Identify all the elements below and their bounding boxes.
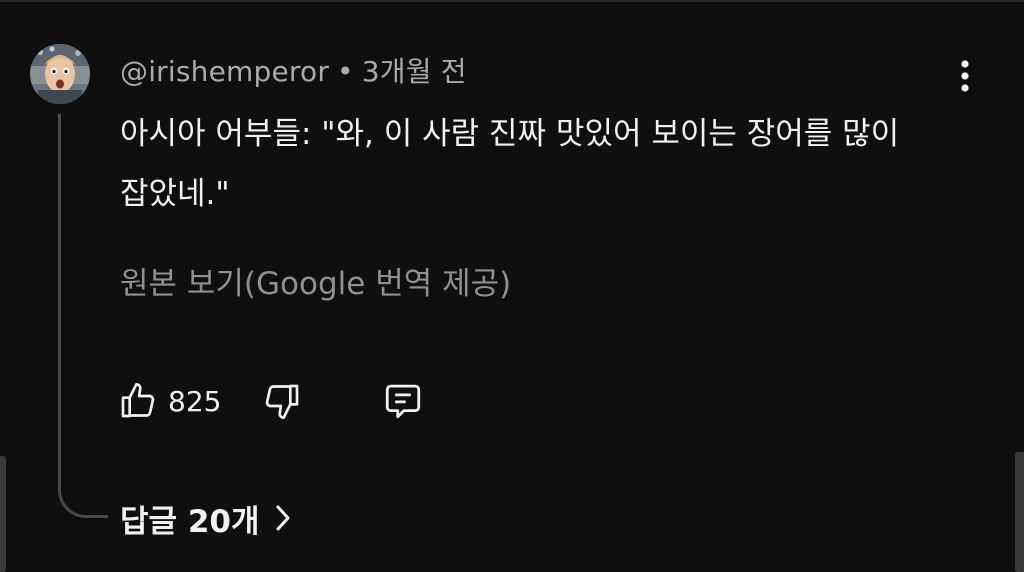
chevron-right-icon (276, 505, 290, 531)
more-options-button[interactable] (948, 54, 982, 98)
thumbs-down-icon (265, 384, 299, 419)
author-name[interactable]: @irishemperor (120, 55, 329, 88)
more-vert-icon (961, 60, 969, 92)
see-original-link[interactable]: 원본 보기(Google 번역 제공) (120, 258, 511, 303)
avatar[interactable] (30, 44, 90, 104)
reply-button[interactable] (380, 378, 426, 424)
scroll-edge-left (0, 456, 6, 572)
comment-meta: @irishemperor • 3개월 전 (120, 50, 467, 90)
top-divider (0, 0, 1024, 2)
comment-timestamp[interactable]: 3개월 전 (362, 55, 467, 88)
meta-separator: • (337, 55, 354, 88)
replies-label: 답글 20개 (120, 503, 260, 540)
like-button[interactable]: 825 (118, 378, 221, 424)
thread-connector-line (58, 114, 108, 518)
comment-screen: @irishemperor • 3개월 전 아시아 어부들: "와, 이 사람 진짜… (0, 0, 1024, 572)
dislike-button[interactable] (260, 378, 304, 424)
like-count: 825 (168, 384, 222, 418)
scrollbar[interactable] (1015, 452, 1024, 572)
view-replies-button[interactable]: 답글 20개 (120, 494, 290, 542)
comment-text: 아시아 어부들: "와, 이 사람 진짜 맛있어 보이는 장어를 많이 잡았네.… (120, 116, 900, 212)
thumbs-up-icon (121, 383, 155, 418)
avatar-image (30, 44, 90, 104)
comment-icon (385, 384, 421, 419)
